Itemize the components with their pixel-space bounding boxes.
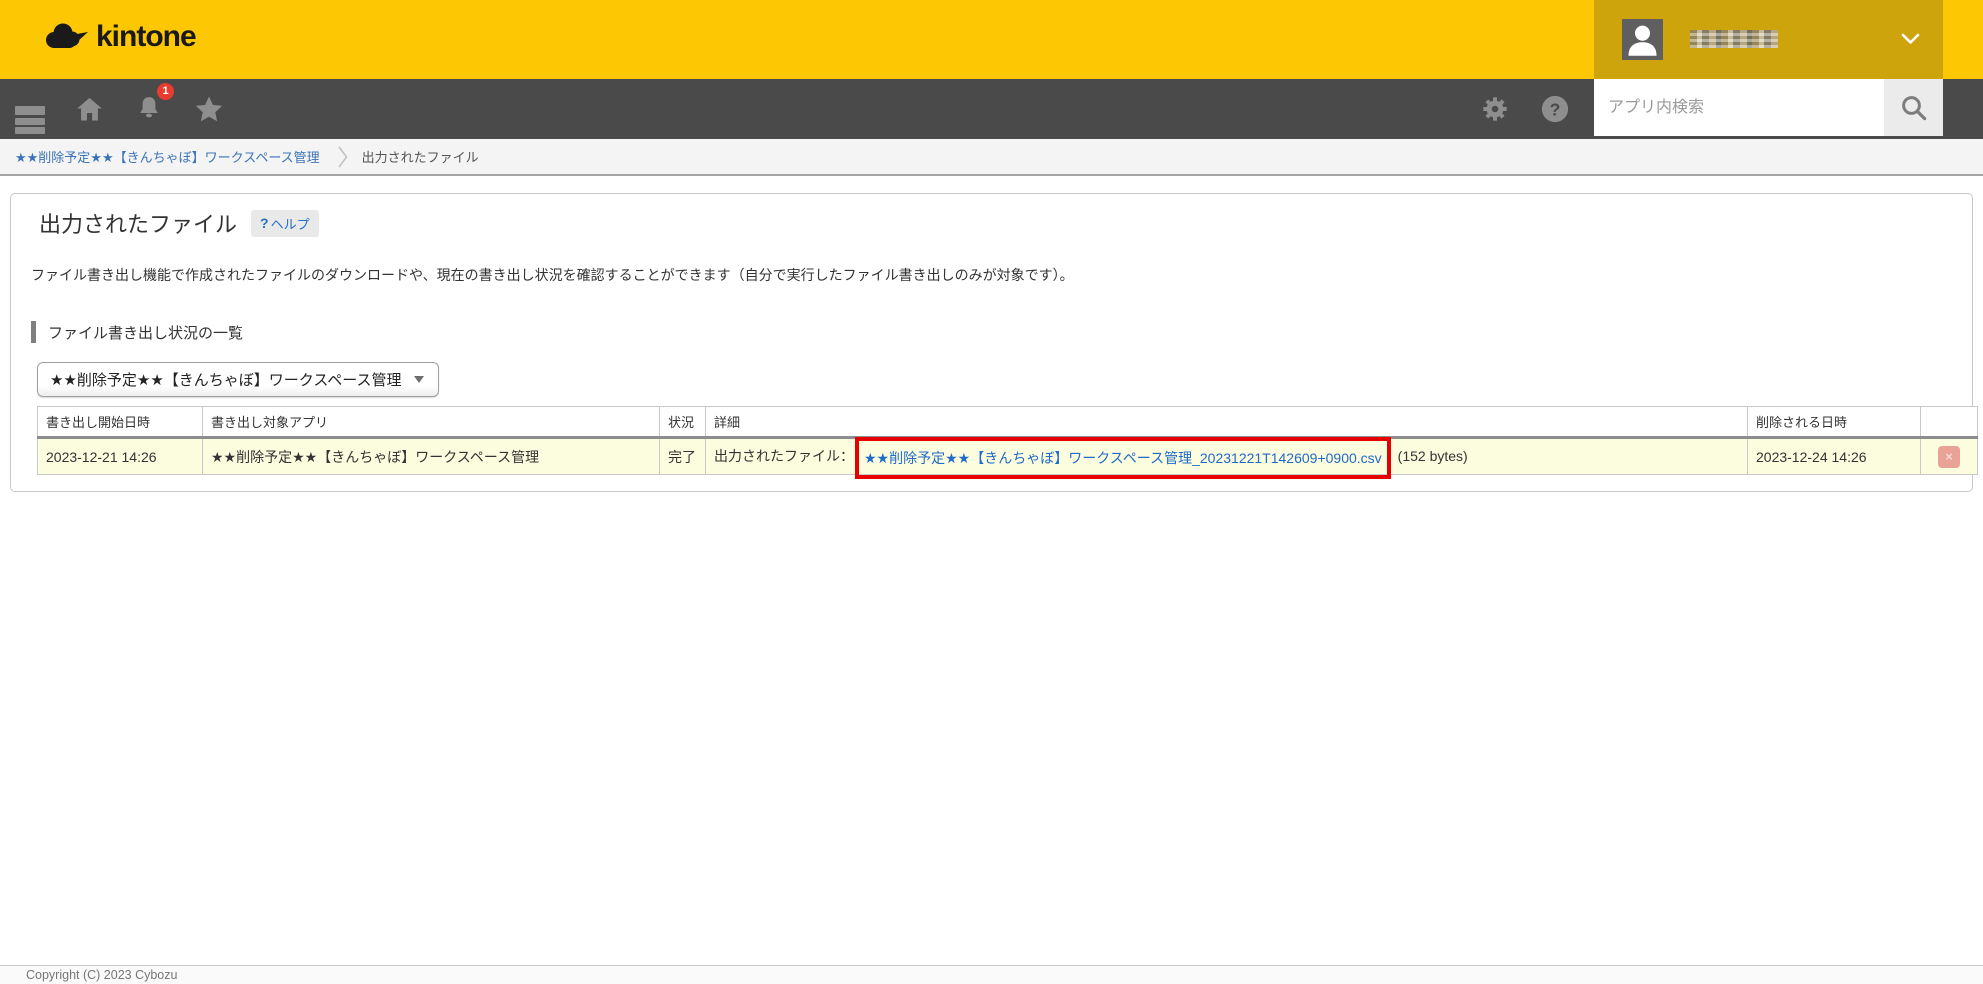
breadcrumb-separator-icon: [338, 145, 348, 169]
app-selector-label: ★★削除予定★★【きんちゃぼ】ワークスペース管理: [50, 369, 402, 390]
user-name-redacted: [1690, 30, 1778, 48]
table-header-row: 書き出し開始日時 書き出し対象アプリ 状況 詳細 削除される日時: [38, 407, 1978, 438]
cell-delete-datetime: 2023-12-24 14:26: [1748, 438, 1921, 475]
annotation-red-box: ★★削除予定★★【きんちゃぼ】ワークスペース管理_20231221T142609…: [855, 437, 1391, 479]
breadcrumb-current: 出力されたファイル: [362, 147, 479, 166]
header-delete-datetime: 削除される日時: [1748, 407, 1921, 438]
chevron-down-icon: [1901, 33, 1920, 45]
app-header: kintone: [0, 0, 1983, 79]
header-start-datetime: 書き出し開始日時: [38, 407, 203, 438]
help-question-icon: ?: [260, 215, 269, 231]
exported-file-link[interactable]: ★★削除予定★★【きんちゃぼ】ワークスペース管理_20231221T142609…: [864, 450, 1382, 466]
caret-down-icon: [414, 376, 424, 383]
app-search-input[interactable]: [1594, 79, 1884, 136]
export-status-table: 書き出し開始日時 書き出し対象アプリ 状況 詳細 削除される日時 2023-12…: [37, 406, 1978, 475]
cell-start-datetime: 2023-12-21 14:26: [38, 438, 203, 475]
breadcrumb-parent-link[interactable]: ★★削除予定★★【きんちゃぼ】ワークスペース管理: [15, 147, 320, 166]
help-link-label: ヘルプ: [271, 214, 310, 233]
person-icon: [1622, 19, 1663, 60]
exported-files-panel: 出力されたファイル ? ヘルプ ファイル書き出し機能で作成されたファイルのダウン…: [10, 193, 1973, 492]
cell-detail: 出力されたファイル： ★★削除予定★★【きんちゃぼ】ワークスペース管理_20231…: [706, 438, 1748, 475]
header-detail: 詳細: [706, 407, 1748, 438]
kintone-logo-text: kintone: [96, 20, 196, 54]
close-icon: ×: [1945, 449, 1953, 464]
header-target-app: 書き出し対象アプリ: [203, 407, 660, 438]
notification-count-badge: 1: [157, 83, 174, 100]
search-icon: [1899, 93, 1929, 123]
kintone-cloud-icon: [44, 21, 90, 53]
header-status: 状況: [660, 407, 706, 438]
help-link[interactable]: ? ヘルプ: [251, 210, 319, 237]
svg-text:?: ?: [1550, 99, 1561, 119]
section-accent-bar: [31, 321, 36, 343]
help-icon[interactable]: ?: [1538, 79, 1572, 139]
breadcrumb: ★★削除予定★★【きんちゃぼ】ワークスペース管理 出力されたファイル: [0, 139, 1983, 176]
copyright-text: Copyright (C) 2023 Cybozu: [26, 968, 177, 982]
cell-status: 完了: [660, 438, 706, 475]
cell-actions: ×: [1921, 438, 1978, 475]
page-title: 出力されたファイル: [39, 207, 237, 239]
settings-gear-icon[interactable]: [1478, 79, 1512, 139]
menu-icon[interactable]: [13, 79, 47, 139]
kintone-logo[interactable]: kintone: [44, 20, 196, 54]
notifications-bell-icon[interactable]: 1: [132, 79, 166, 139]
detail-label: 出力されたファイル：: [714, 448, 854, 464]
cell-target-app: ★★削除予定★★【きんちゃぼ】ワークスペース管理: [203, 438, 660, 475]
app-selector-dropdown[interactable]: ★★削除予定★★【きんちゃぼ】ワークスペース管理: [37, 362, 439, 397]
delete-file-button[interactable]: ×: [1938, 446, 1960, 468]
user-avatar: [1622, 19, 1663, 60]
main-toolbar: 1 ?: [0, 79, 1983, 139]
search-button[interactable]: [1884, 79, 1943, 136]
favorites-star-icon[interactable]: [192, 79, 226, 139]
file-size: (152 bytes): [1398, 448, 1468, 464]
home-icon[interactable]: [72, 79, 106, 139]
section-title: ファイル書き出し状況の一覧: [48, 322, 243, 343]
user-menu[interactable]: [1594, 0, 1943, 79]
page-description: ファイル書き出し機能で作成されたファイルのダウンロードや、現在の書き出し状況を確…: [31, 265, 1954, 285]
page-footer: Copyright (C) 2023 Cybozu: [0, 965, 1983, 984]
header-actions: [1921, 407, 1978, 438]
table-row: 2023-12-21 14:26 ★★削除予定★★【きんちゃぼ】ワークスペース管…: [38, 438, 1978, 475]
section-header: ファイル書き出し状況の一覧: [31, 321, 1954, 343]
